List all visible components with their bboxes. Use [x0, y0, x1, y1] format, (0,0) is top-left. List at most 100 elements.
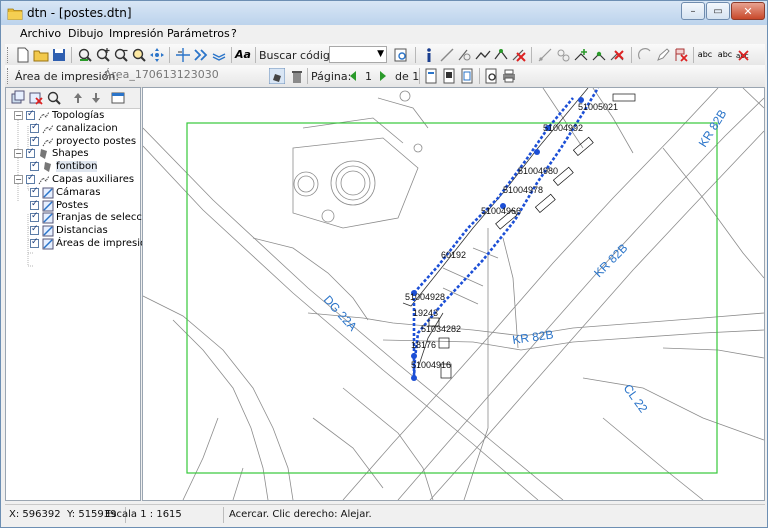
printer-icon[interactable] [501, 68, 517, 84]
edit-print-area-icon[interactable] [269, 68, 285, 84]
toolbar-grip[interactable] [7, 47, 11, 63]
open-folder-icon[interactable] [33, 47, 49, 63]
link-icon[interactable] [537, 47, 553, 63]
layers-remove-icon[interactable] [28, 90, 44, 106]
branch-node-icon[interactable] [591, 47, 607, 63]
status-bar: X: 596392 Y: 515939 Escala 1 : 1615 Acer… [5, 504, 765, 525]
map-label-4: 51004978 [503, 185, 543, 195]
tree-item-label: Capas auxiliares [52, 174, 135, 185]
connect-icon[interactable] [555, 47, 571, 63]
page-count: de 1 [395, 70, 420, 83]
layer-properties-icon[interactable] [110, 90, 126, 106]
map-label-10: 18176 [411, 340, 436, 350]
tree-expander[interactable]: − [14, 175, 23, 184]
new-file-icon[interactable] [15, 47, 31, 63]
layer-visibility-checkbox[interactable] [30, 199, 39, 210]
edit-pencil-icon[interactable] [655, 47, 671, 63]
page-number[interactable]: 1 [365, 70, 372, 83]
page-frame-icon[interactable] [459, 68, 475, 84]
print-preview-icon[interactable] [483, 68, 499, 84]
text-label-icon[interactable]: abc [697, 47, 713, 63]
app-folder-icon [7, 8, 23, 20]
zoom-extents-icon[interactable] [77, 47, 93, 63]
layer-visibility-checkbox[interactable] [30, 122, 39, 133]
menu-archivo[interactable]: Archivo [20, 27, 61, 40]
zoom-in-icon[interactable] [95, 47, 111, 63]
move-down-icon[interactable] [88, 90, 104, 106]
print-toolbar: Área de impresión: Área_170613123030 Pág… [5, 65, 765, 88]
layer-visibility-checkbox[interactable] [30, 135, 39, 146]
layer-visibility-checkbox[interactable] [26, 147, 35, 159]
layer-type-icon [44, 162, 51, 173]
toolbar-grip-2[interactable] [7, 68, 11, 84]
info-icon[interactable] [421, 47, 437, 63]
layer-visibility-checkbox[interactable] [26, 109, 35, 120]
tree-item-label: Cámaras [56, 186, 101, 198]
tree-expander[interactable]: − [14, 149, 23, 159]
fast-forward-icon[interactable] [193, 47, 209, 63]
split-node-icon[interactable] [493, 47, 509, 63]
layers-panel: − Topologíascanalizacionproyecto postes − S… [5, 87, 152, 501]
layer-type-icon [42, 238, 54, 250]
menu-impresion[interactable]: Impresión [109, 27, 163, 40]
measure-icon[interactable] [637, 47, 653, 63]
layer-type-icon [40, 149, 47, 160]
prev-page-icon[interactable] [345, 68, 361, 84]
layer-type-icon [38, 175, 50, 185]
next-page-icon[interactable] [375, 68, 391, 84]
minimize-button[interactable]: – [681, 2, 705, 20]
delete-branch-icon[interactable] [609, 47, 625, 63]
layers-add-icon[interactable] [10, 90, 26, 106]
polyline-icon[interactable] [475, 47, 491, 63]
layer-stack-icon[interactable] [211, 47, 227, 63]
delete-flag-icon[interactable] [673, 47, 689, 63]
maximize-button[interactable]: ▭ [706, 2, 730, 20]
trash-icon[interactable] [289, 68, 305, 84]
delete-label-icon[interactable]: abc [735, 47, 751, 63]
menu-help[interactable]: ? [231, 27, 237, 40]
map-drawing[interactable]: 51005021 51004992 51004980 51004978 5100… [143, 88, 764, 500]
layers-toolbar [6, 88, 140, 109]
layer-visibility-checkbox[interactable] [30, 224, 39, 236]
close-button[interactable]: ✕ [731, 2, 765, 20]
page-setup-icon[interactable] [423, 68, 439, 84]
zoom-window-icon[interactable] [131, 47, 147, 63]
node-icon[interactable] [457, 47, 473, 63]
map-label-1: 51005021 [578, 102, 618, 112]
menu-dibujo[interactable]: Dibujo [68, 27, 103, 40]
chevron-down-icon[interactable]: ▼ [377, 47, 384, 62]
tree-item-label: fontibon [56, 161, 98, 173]
layer-type-icon [38, 111, 50, 121]
status-hint: Acercar. Clic derecho: Alejar. [229, 509, 372, 520]
layer-visibility-checkbox[interactable] [26, 173, 35, 184]
search-code-combo[interactable]: ▼ [329, 46, 387, 63]
layer-visibility-checkbox[interactable] [30, 211, 39, 223]
street-label-cl22: CL 22 [621, 382, 651, 416]
zoom-out-icon[interactable] [113, 47, 129, 63]
layers-zoom-icon[interactable] [46, 90, 62, 106]
layer-visibility-checkbox[interactable] [30, 160, 39, 172]
print-area-field[interactable]: Área_170613123030 [101, 67, 267, 84]
page-layout-icon[interactable] [441, 68, 457, 84]
street-label-kr82b-top: KR 82B [696, 107, 730, 149]
move-up-icon[interactable] [70, 90, 86, 106]
tree-expander[interactable]: − [14, 111, 23, 120]
text-label-alt-icon[interactable]: abc [717, 47, 733, 63]
find-icon[interactable] [393, 47, 409, 63]
map-canvas[interactable]: 51005021 51004992 51004980 51004978 5100… [142, 87, 765, 501]
add-branch-icon[interactable] [573, 47, 589, 63]
layer-type-icon [42, 225, 54, 237]
menu-parametros[interactable]: Parámetros [167, 27, 230, 40]
save-icon[interactable] [51, 47, 67, 63]
draw-line-icon[interactable] [439, 47, 455, 63]
tree-item-label: Distancias [56, 225, 108, 237]
delete-node-icon[interactable] [511, 47, 527, 63]
layer-type-icon [42, 137, 54, 146]
crosshair-icon[interactable] [175, 47, 191, 63]
pan-icon[interactable] [149, 47, 165, 63]
layer-visibility-checkbox[interactable] [30, 237, 39, 248]
layer-type-icon [42, 200, 54, 212]
layer-visibility-checkbox[interactable] [30, 186, 39, 197]
tree-item-label: Shapes [52, 148, 89, 160]
text-style-icon[interactable]: Aa [235, 47, 251, 63]
